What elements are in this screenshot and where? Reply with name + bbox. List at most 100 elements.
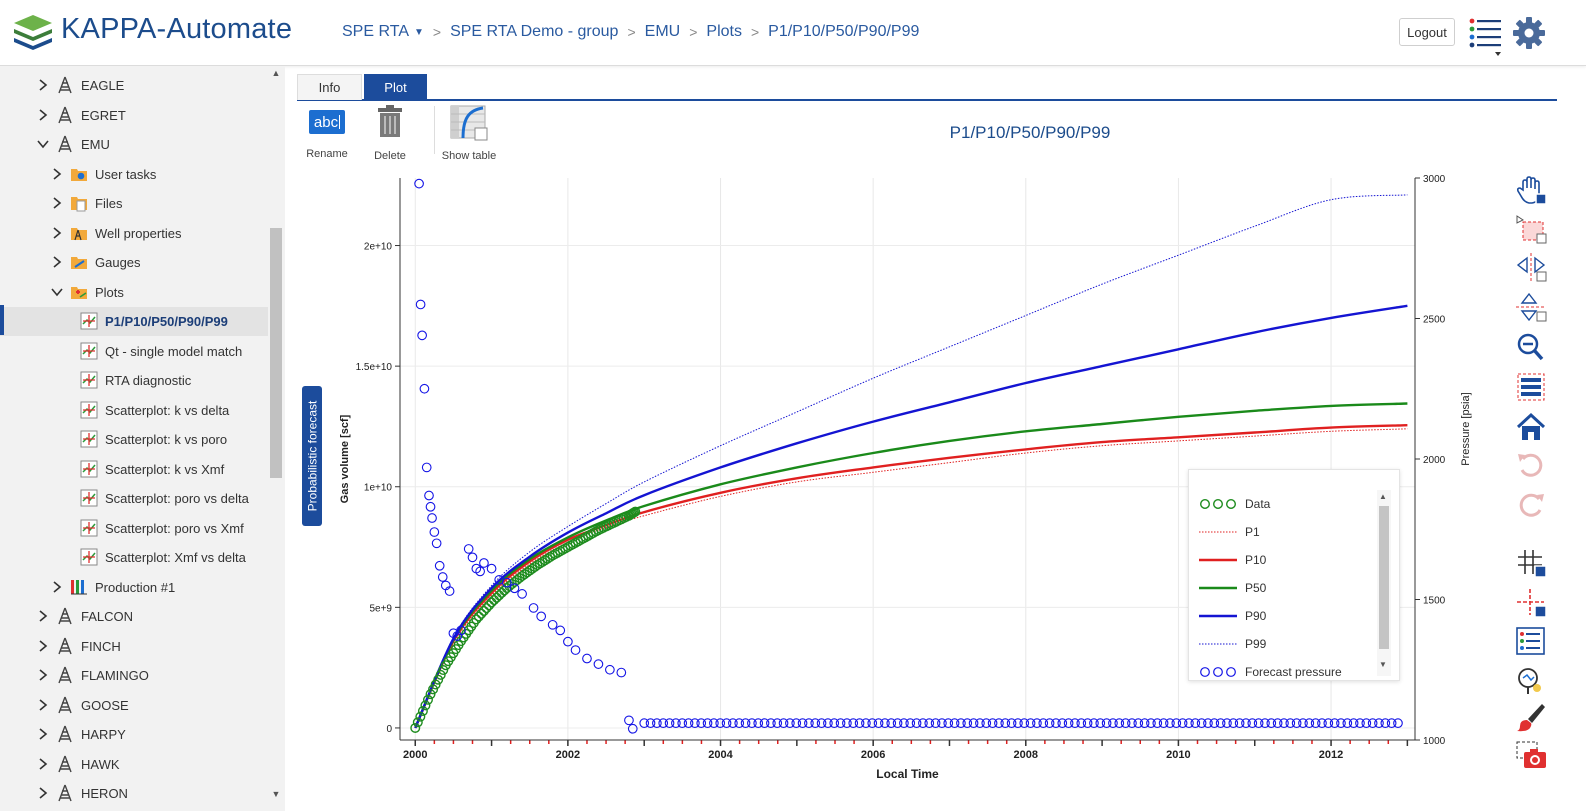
sidebar-item-scatterplot-poro-vs-xmf[interactable]: Scatterplot: poro vs Xmf	[0, 514, 268, 543]
breadcrumb-project[interactable]: SPE RTA	[342, 23, 409, 41]
legend-table-icon[interactable]	[1514, 372, 1548, 402]
sidebar-item-scatterplot-k-vs-poro[interactable]: Scatterplot: k vs poro	[0, 425, 268, 454]
sidebar-item-goose[interactable]: GOOSE	[0, 691, 268, 720]
chevron-right-icon[interactable]	[50, 196, 64, 210]
chevron-right-icon[interactable]	[36, 698, 50, 712]
chevron-right-icon[interactable]	[36, 78, 50, 92]
box-select-icon[interactable]	[1514, 214, 1548, 244]
legend-item-forecast-pressure[interactable]: Forecast pressure	[1199, 662, 1342, 680]
sidebar-item-files[interactable]: Files	[0, 189, 268, 218]
chevron-right-icon[interactable]	[36, 639, 50, 653]
zoom-out-icon[interactable]	[1514, 332, 1548, 362]
sidebar-item-emu[interactable]: EMU	[0, 130, 268, 159]
sidebar-item-label: Scatterplot: k vs Xmf	[105, 461, 225, 477]
y-tick-label: 1.5e+10	[356, 362, 393, 373]
redo-icon[interactable]	[1514, 490, 1548, 520]
x-tick-label: 2008	[1014, 749, 1038, 761]
legend-item-data[interactable]: Data	[1199, 494, 1270, 514]
sidebar-item-p1-p10-p50-p90-p99[interactable]: P1/P10/P50/P90/P99	[0, 307, 268, 336]
legend-item-p99[interactable]: P99	[1199, 634, 1266, 654]
screenshot-icon[interactable]	[1514, 740, 1548, 770]
sidebar-item-label: EMU	[81, 137, 110, 152]
gear-icon[interactable]	[1512, 16, 1546, 50]
sidebar-item-hawk[interactable]: HAWK	[0, 750, 268, 779]
sidebar-item-flamingo[interactable]: FLAMINGO	[0, 661, 268, 690]
tab-plot[interactable]: Plot	[364, 74, 427, 100]
sidebar-item-falcon[interactable]: FALCON	[0, 602, 268, 631]
sidebar-item-rta-diagnostic[interactable]: RTA diagnostic	[0, 366, 268, 395]
chevron-right-icon[interactable]	[36, 727, 50, 741]
chevron-right-icon[interactable]	[36, 757, 50, 771]
breadcrumb-well[interactable]: EMU	[645, 23, 681, 41]
delete-button[interactable]: Delete	[368, 104, 412, 164]
sidebar-item-label: Qt - single model match	[105, 343, 243, 359]
legend-item-p90[interactable]: P90	[1199, 606, 1266, 626]
sidebar-item-finch[interactable]: FINCH	[0, 632, 268, 661]
undo-icon[interactable]	[1514, 450, 1548, 480]
sidebar-item-user-tasks[interactable]: User tasks	[0, 160, 268, 189]
sidebar-scroll-thumb[interactable]	[270, 228, 282, 478]
style-brush-icon[interactable]	[1514, 702, 1548, 732]
sidebar-item-eagle[interactable]: EAGLE	[0, 71, 268, 100]
sidebar-item-label: EAGLE	[81, 78, 125, 93]
sidebar-item-harpy[interactable]: HARPY	[0, 720, 268, 749]
pan-icon[interactable]	[1514, 176, 1548, 206]
grid-icon[interactable]	[1514, 548, 1548, 578]
legend-line-icon	[1199, 586, 1237, 590]
plot-icon	[80, 489, 98, 507]
sidebar-item-scatterplot-k-vs-xmf[interactable]: Scatterplot: k vs Xmf	[0, 455, 268, 484]
y-tick-label: 0	[386, 724, 392, 735]
legend-scroll-up-icon[interactable]: ▲	[1379, 492, 1387, 501]
chevron-down-icon[interactable]	[50, 285, 64, 299]
rename-button[interactable]: abc Rename	[303, 104, 351, 164]
sidebar-item-qt-single-model-match[interactable]: Qt - single model match	[0, 337, 268, 366]
toolbar-divider	[434, 106, 435, 154]
y-zoom-icon[interactable]	[1514, 292, 1548, 322]
sidebar-item-plots[interactable]: Plots	[0, 278, 268, 307]
breadcrumb-group[interactable]: SPE RTA Demo - group	[450, 23, 618, 41]
sidebar-item-well-properties[interactable]: Well properties	[0, 219, 268, 248]
breadcrumb-current[interactable]: P1/P10/P50/P90/P99	[768, 23, 919, 41]
legend-item-p1[interactable]: P1	[1199, 522, 1260, 542]
sidebar-item-production-1[interactable]: Production #1	[0, 573, 268, 602]
breadcrumb-separator: >	[750, 24, 760, 40]
legend-scroll-thumb[interactable]	[1379, 506, 1389, 649]
scroll-up-arrow-icon[interactable]: ▲	[270, 68, 282, 78]
legend-icon[interactable]	[1514, 626, 1548, 656]
chevron-down-icon[interactable]: ▼	[414, 27, 424, 38]
sidebar-item-label: Files	[95, 196, 123, 211]
sidebar-item-egret[interactable]: EGRET	[0, 101, 268, 130]
chevron-right-icon[interactable]	[36, 786, 50, 800]
hover-tooltip-icon[interactable]	[1514, 666, 1548, 696]
legend-item-p50[interactable]: P50	[1199, 578, 1266, 598]
sidebar-item-gauges[interactable]: Gauges	[0, 248, 268, 277]
chevron-right-icon[interactable]	[50, 255, 64, 269]
legend-item-p10[interactable]: P10	[1199, 550, 1266, 570]
x-zoom-icon[interactable]	[1514, 252, 1548, 282]
chevron-right-icon[interactable]	[50, 580, 64, 594]
probabilistic-forecast-tab[interactable]: Probabilistic forecast	[302, 386, 322, 526]
chevron-right-icon[interactable]	[36, 668, 50, 682]
crosshair-icon[interactable]	[1514, 588, 1548, 618]
show-table-button[interactable]: Show table	[440, 104, 498, 164]
chart-legend[interactable]: Data P1 P10 P50 P90 P99 Forecast pressur…	[1188, 469, 1400, 681]
breadcrumb-separator: >	[627, 24, 636, 40]
chevron-down-icon[interactable]	[36, 137, 50, 151]
tasks-list-icon[interactable]	[1468, 15, 1504, 57]
home-icon[interactable]	[1514, 412, 1548, 442]
tab-info[interactable]: Info	[297, 74, 362, 100]
sidebar-item-scatterplot-xmf-vs-delta[interactable]: Scatterplot: Xmf vs delta	[0, 543, 268, 572]
sidebar-item-heron[interactable]: HERON	[0, 779, 268, 808]
chevron-right-icon[interactable]	[36, 108, 50, 122]
chevron-right-icon[interactable]	[50, 226, 64, 240]
sidebar-item-scatterplot-k-vs-delta[interactable]: Scatterplot: k vs delta	[0, 396, 268, 425]
sidebar-item-scatterplot-poro-vs-delta[interactable]: Scatterplot: poro vs delta	[0, 484, 268, 513]
well-icon	[56, 666, 74, 684]
breadcrumb-plots[interactable]: Plots	[706, 23, 742, 41]
chevron-right-icon[interactable]	[50, 167, 64, 181]
legend-scroll-down-icon[interactable]: ▼	[1379, 660, 1387, 669]
chevron-right-icon[interactable]	[36, 609, 50, 623]
scroll-down-arrow-icon[interactable]: ▼	[270, 789, 282, 799]
logout-button[interactable]: Logout	[1399, 18, 1455, 46]
breadcrumb: SPE RTA ▼ > SPE RTA Demo - group > EMU >…	[342, 23, 919, 41]
